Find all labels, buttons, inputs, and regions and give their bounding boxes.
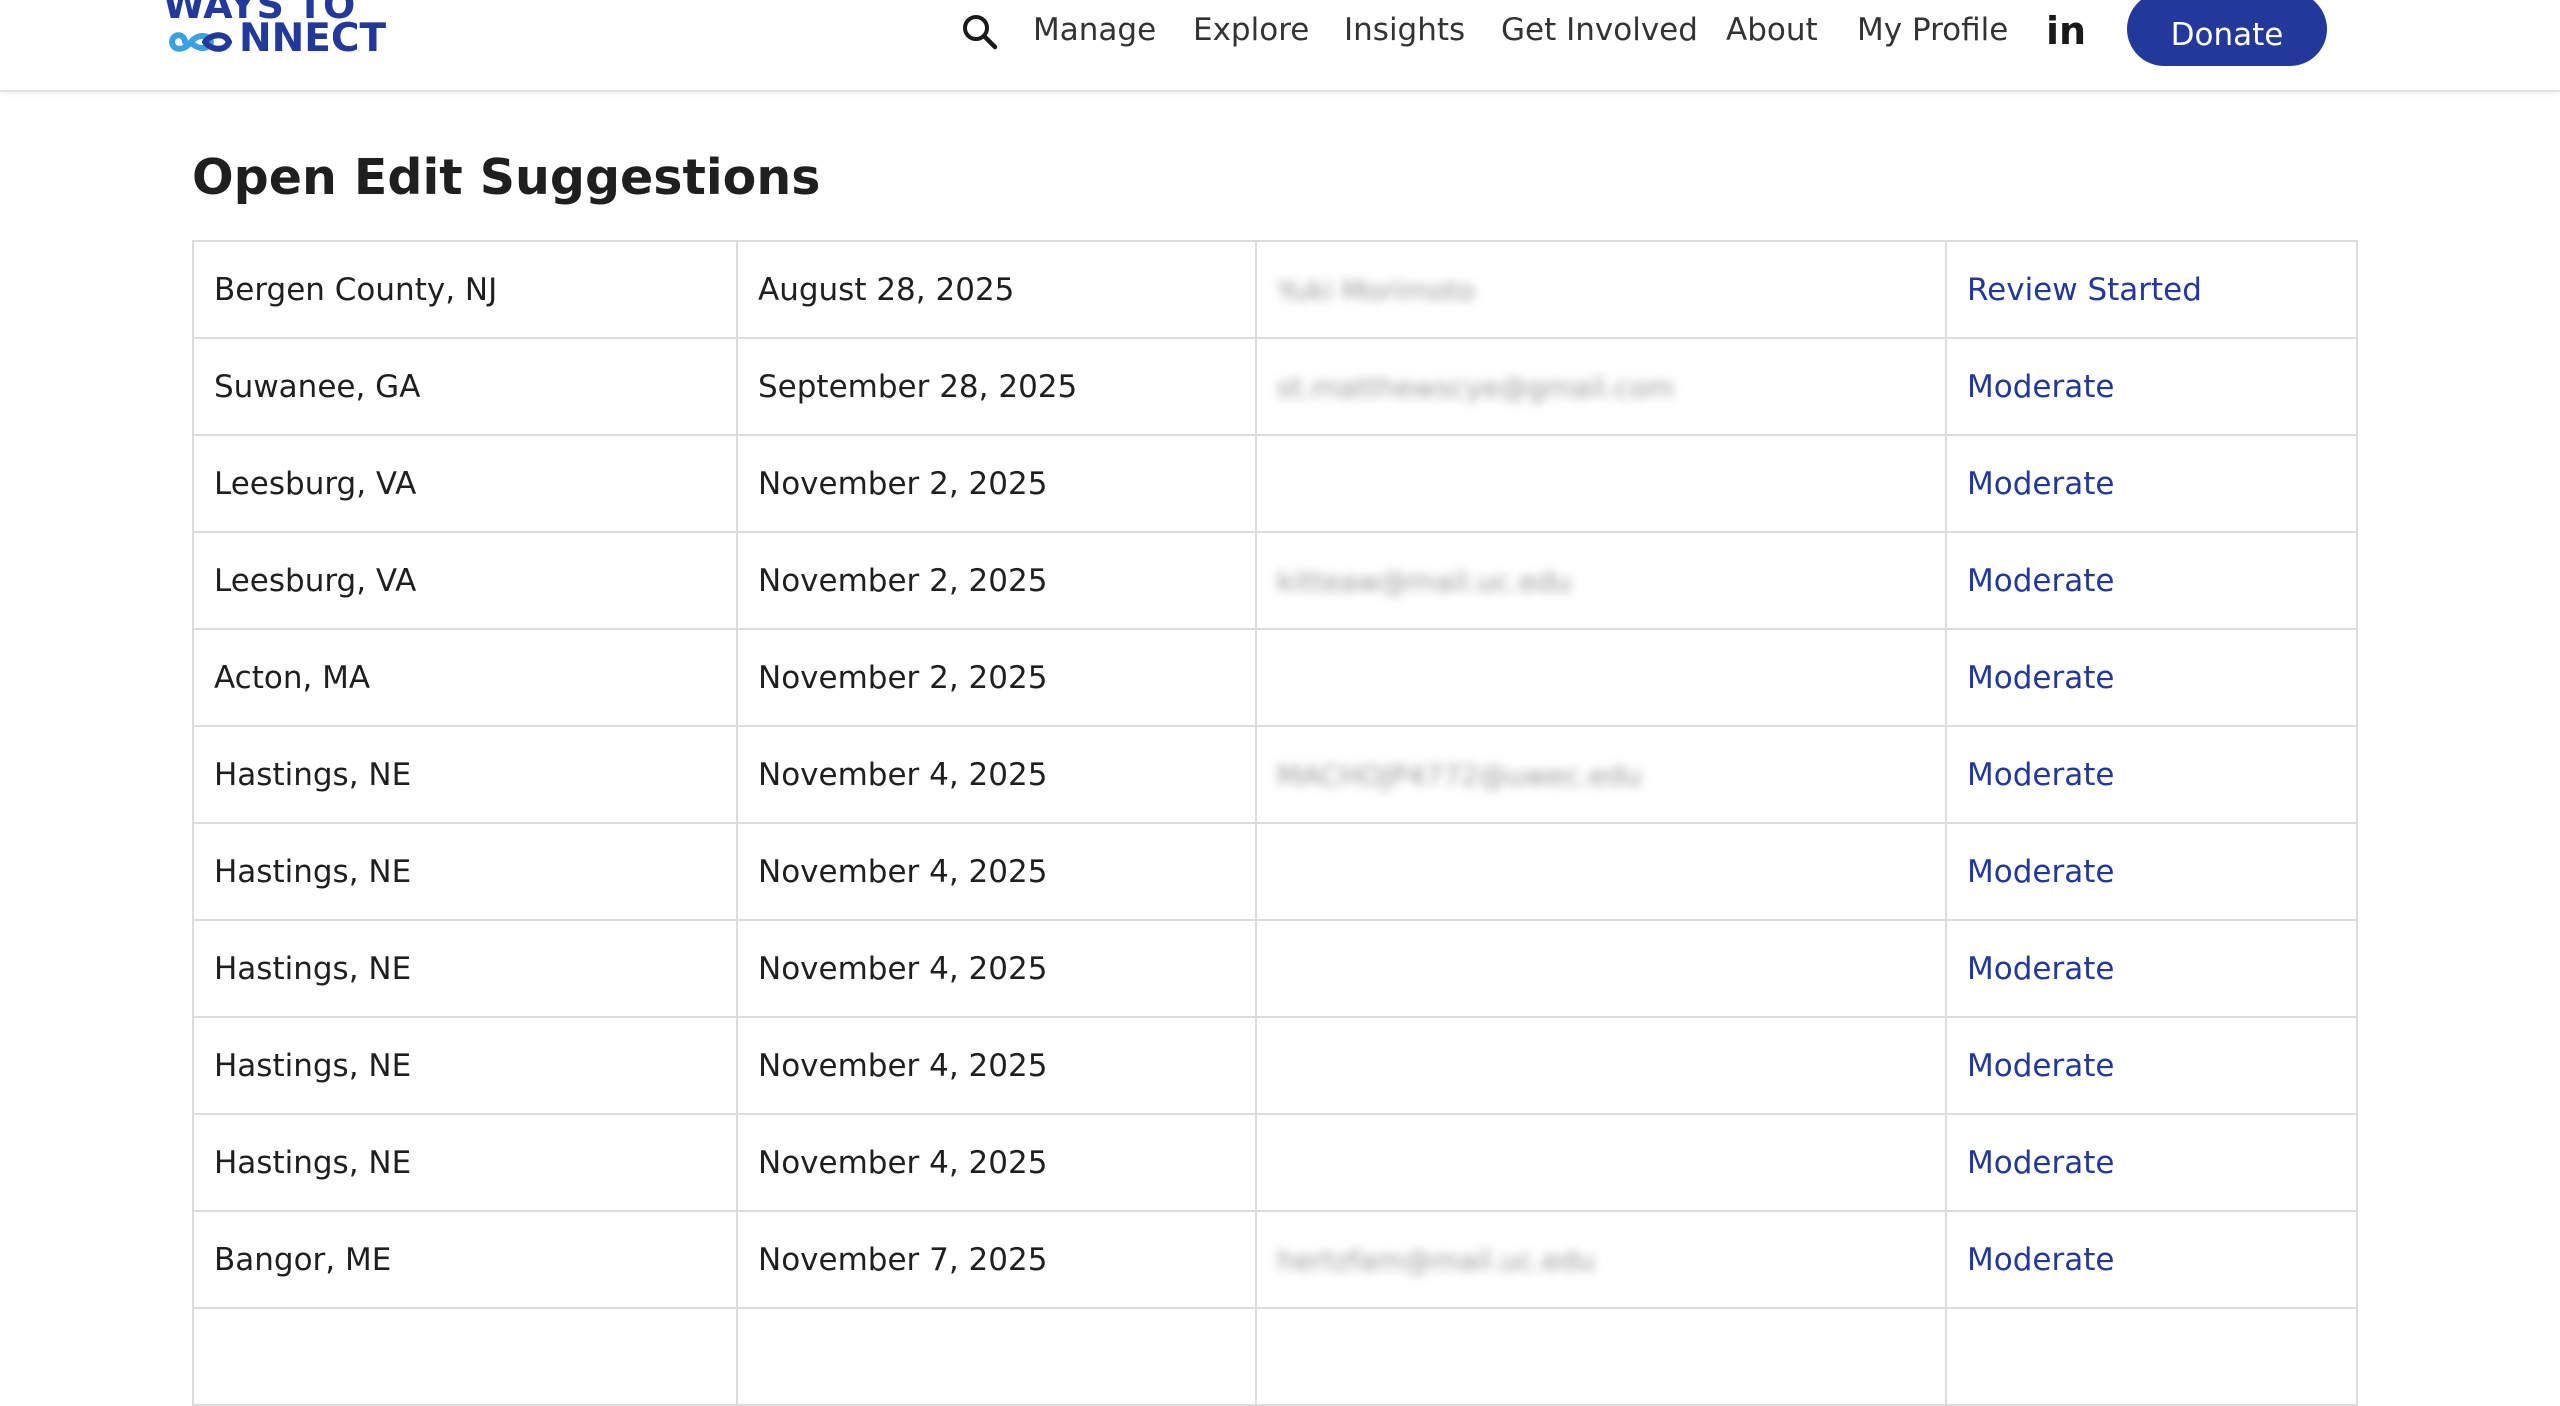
action-cell: Review Started bbox=[1945, 240, 2358, 339]
submitter-cell bbox=[1255, 628, 1947, 727]
moderate-link[interactable]: Moderate bbox=[1967, 563, 2114, 599]
table-row: Hastings, NE November 4, 2025 Moderate bbox=[192, 1016, 2358, 1115]
table-row: Leesburg, VA November 2, 2025 kitteaw@ma… bbox=[192, 531, 2358, 630]
submitter-cell bbox=[1255, 434, 1947, 533]
action-cell: Moderate bbox=[1945, 531, 2358, 630]
date-cell: November 4, 2025 bbox=[736, 725, 1257, 824]
location-cell bbox=[192, 1307, 738, 1406]
location-cell: Hastings, NE bbox=[192, 1016, 738, 1115]
nav-manage[interactable]: Manage bbox=[1033, 10, 1156, 50]
date-cell: November 2, 2025 bbox=[736, 434, 1257, 533]
action-cell bbox=[1945, 1307, 2358, 1406]
submitter-cell: kitteaw@mail.uc.edu bbox=[1255, 531, 1947, 630]
submitter-cell bbox=[1255, 1307, 1947, 1406]
location-cell: Bergen County, NJ bbox=[192, 240, 738, 339]
date-cell: November 4, 2025 bbox=[736, 1016, 1257, 1115]
nav-get-involved[interactable]: Get Involved bbox=[1501, 10, 1698, 50]
submitter-cell: Yuki Morimoto bbox=[1255, 240, 1947, 339]
moderate-link[interactable]: Moderate bbox=[1967, 466, 2114, 502]
action-cell: Moderate bbox=[1945, 919, 2358, 1018]
table-row: Hastings, NE November 4, 2025 Moderate bbox=[192, 1113, 2358, 1212]
moderate-link[interactable]: Moderate bbox=[1967, 854, 2114, 890]
table-row: Hastings, NE November 4, 2025 Moderate bbox=[192, 919, 2358, 1018]
table-row: Hastings, NE November 4, 2025 Moderate bbox=[192, 822, 2358, 921]
action-cell: Moderate bbox=[1945, 628, 2358, 727]
date-cell: November 7, 2025 bbox=[736, 1210, 1257, 1309]
submitter-email: st.matthewscye@gmail.com bbox=[1277, 370, 1674, 404]
review-started-link[interactable]: Review Started bbox=[1967, 272, 2202, 308]
date-cell: August 28, 2025 bbox=[736, 240, 1257, 339]
site-header: WAYS TO NNECT Manage Explore Insights Ge… bbox=[0, 0, 2560, 92]
search-icon[interactable] bbox=[958, 10, 1002, 54]
date-cell: November 2, 2025 bbox=[736, 628, 1257, 727]
location-cell: Hastings, NE bbox=[192, 822, 738, 921]
donate-button[interactable]: Donate bbox=[2127, 0, 2327, 66]
submitter-cell bbox=[1255, 1113, 1947, 1212]
submitter-email: kitteaw@mail.uc.edu bbox=[1277, 564, 1572, 598]
nav-insights[interactable]: Insights bbox=[1344, 10, 1465, 50]
submitter-email: hertzfam@mail.uc.edu bbox=[1277, 1243, 1596, 1277]
table-row bbox=[192, 1307, 2358, 1406]
action-cell: Moderate bbox=[1945, 434, 2358, 533]
location-cell: Bangor, ME bbox=[192, 1210, 738, 1309]
action-cell: Moderate bbox=[1945, 1113, 2358, 1212]
action-cell: Moderate bbox=[1945, 337, 2358, 436]
submitter-cell bbox=[1255, 919, 1947, 1018]
action-cell: Moderate bbox=[1945, 1016, 2358, 1115]
moderate-link[interactable]: Moderate bbox=[1967, 369, 2114, 405]
moderate-link[interactable]: Moderate bbox=[1967, 660, 2114, 696]
location-cell: Hastings, NE bbox=[192, 1113, 738, 1212]
location-cell: Hastings, NE bbox=[192, 725, 738, 824]
location-cell: Suwanee, GA bbox=[192, 337, 738, 436]
submitter-cell: MACHOJP4772@uwec.edu bbox=[1255, 725, 1947, 824]
moderate-link[interactable]: Moderate bbox=[1967, 757, 2114, 793]
logo-infinity-icon bbox=[168, 32, 233, 52]
submitter-cell bbox=[1255, 822, 1947, 921]
edit-suggestions-table: Bergen County, NJ August 28, 2025 Yuki M… bbox=[192, 240, 2358, 1406]
location-cell: Leesburg, VA bbox=[192, 531, 738, 630]
moderate-link[interactable]: Moderate bbox=[1967, 1048, 2114, 1084]
location-cell: Hastings, NE bbox=[192, 919, 738, 1018]
table-row: Leesburg, VA November 2, 2025 Moderate bbox=[192, 434, 2358, 533]
table-row: Hastings, NE November 4, 2025 MACHOJP477… bbox=[192, 725, 2358, 824]
date-cell: November 4, 2025 bbox=[736, 919, 1257, 1018]
date-cell: November 4, 2025 bbox=[736, 822, 1257, 921]
date-cell: September 28, 2025 bbox=[736, 337, 1257, 436]
submitter-name: Yuki Morimoto bbox=[1277, 273, 1475, 307]
nav-explore[interactable]: Explore bbox=[1193, 10, 1309, 50]
action-cell: Moderate bbox=[1945, 1210, 2358, 1309]
date-cell bbox=[736, 1307, 1257, 1406]
action-cell: Moderate bbox=[1945, 822, 2358, 921]
linkedin-icon[interactable]: in bbox=[2046, 11, 2086, 51]
page-title: Open Edit Suggestions bbox=[192, 149, 821, 206]
table-row: Bergen County, NJ August 28, 2025 Yuki M… bbox=[192, 240, 2358, 339]
action-cell: Moderate bbox=[1945, 725, 2358, 824]
date-cell: November 2, 2025 bbox=[736, 531, 1257, 630]
nav-about[interactable]: About bbox=[1726, 10, 1818, 50]
submitter-cell: hertzfam@mail.uc.edu bbox=[1255, 1210, 1947, 1309]
submitter-cell bbox=[1255, 1016, 1947, 1115]
submitter-cell: st.matthewscye@gmail.com bbox=[1255, 337, 1947, 436]
table-row: Suwanee, GA September 28, 2025 st.matthe… bbox=[192, 337, 2358, 436]
moderate-link[interactable]: Moderate bbox=[1967, 951, 2114, 987]
submitter-email: MACHOJP4772@uwec.edu bbox=[1277, 758, 1642, 792]
site-logo[interactable]: WAYS TO NNECT bbox=[163, 0, 403, 72]
location-cell: Leesburg, VA bbox=[192, 434, 738, 533]
table-row: Acton, MA November 2, 2025 Moderate bbox=[192, 628, 2358, 727]
moderate-link[interactable]: Moderate bbox=[1967, 1242, 2114, 1278]
location-cell: Acton, MA bbox=[192, 628, 738, 727]
table-row: Bangor, ME November 7, 2025 hertzfam@mai… bbox=[192, 1210, 2358, 1309]
date-cell: November 4, 2025 bbox=[736, 1113, 1257, 1212]
logo-line2: NNECT bbox=[239, 16, 387, 61]
nav-my-profile[interactable]: My Profile bbox=[1857, 10, 2008, 50]
moderate-link[interactable]: Moderate bbox=[1967, 1145, 2114, 1181]
